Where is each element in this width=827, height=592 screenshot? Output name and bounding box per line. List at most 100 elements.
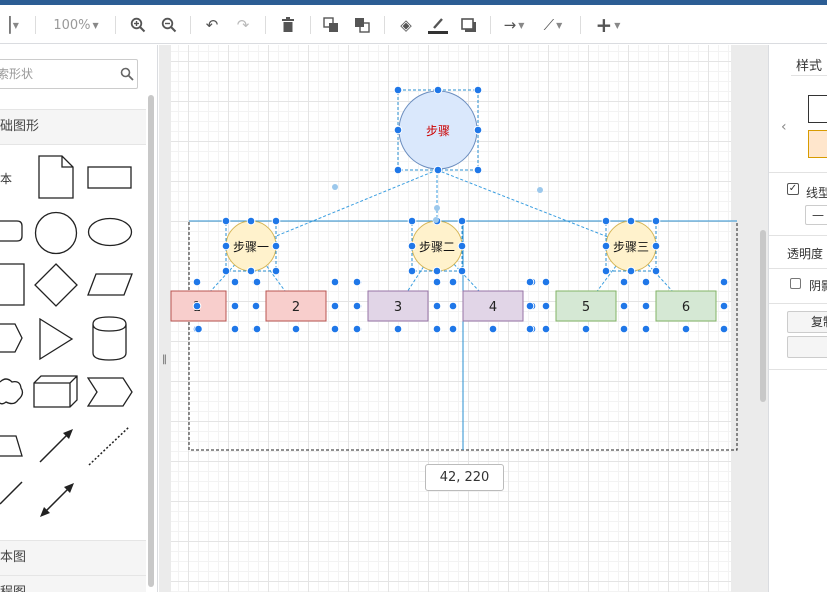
resize-handle[interactable] — [291, 324, 301, 334]
resize-handle[interactable] — [719, 277, 729, 287]
resize-handle[interactable] — [619, 301, 629, 311]
resize-handle[interactable] — [393, 125, 403, 135]
resize-handle[interactable] — [192, 301, 202, 311]
shadow-label: 阴影 — [809, 279, 827, 293]
resize-handle[interactable] — [473, 85, 483, 95]
resize-handle[interactable] — [433, 165, 443, 175]
box-label-2: 2 — [292, 300, 300, 315]
resize-handle[interactable] — [541, 277, 551, 287]
resize-handle[interactable] — [581, 324, 591, 334]
resize-handle[interactable] — [651, 241, 661, 251]
resize-handle[interactable] — [230, 324, 240, 334]
resize-handle[interactable] — [432, 324, 442, 334]
style-swatch-white[interactable] — [808, 95, 827, 123]
resize-handle[interactable] — [719, 324, 729, 334]
resize-handle[interactable] — [651, 266, 661, 276]
resize-handle[interactable] — [432, 277, 442, 287]
resize-handle[interactable] — [641, 301, 651, 311]
resize-handle[interactable] — [641, 324, 651, 334]
resize-handle[interactable] — [194, 324, 203, 334]
coordinate-tooltip: 42, 220 — [425, 464, 504, 491]
resize-handle[interactable] — [601, 216, 611, 226]
resize-handle[interactable] — [457, 241, 467, 251]
resize-handle[interactable] — [393, 85, 403, 95]
box-label-4: 4 — [489, 300, 497, 315]
resize-handle[interactable] — [473, 165, 483, 175]
line-label: 线型 — [806, 186, 827, 200]
resize-handle[interactable] — [352, 324, 362, 334]
resize-handle[interactable] — [448, 277, 458, 287]
resize-handle[interactable] — [221, 266, 231, 276]
resize-handle[interactable] — [432, 266, 442, 276]
copy-style-button[interactable]: 复制 — [787, 311, 827, 333]
resize-handle[interactable] — [407, 266, 417, 276]
resize-handle[interactable] — [448, 301, 458, 311]
resize-handle[interactable] — [432, 301, 442, 311]
resize-handle[interactable] — [271, 266, 281, 276]
resize-handle[interactable] — [525, 324, 535, 334]
resize-handle[interactable] — [352, 277, 362, 287]
style-swatch-orange[interactable] — [808, 130, 827, 158]
resize-handle[interactable] — [221, 241, 231, 251]
resize-handle[interactable] — [271, 241, 281, 251]
resize-handle[interactable] — [619, 277, 629, 287]
resize-handle[interactable] — [246, 266, 256, 276]
resize-handle[interactable] — [541, 301, 551, 311]
resize-handle[interactable] — [525, 277, 535, 287]
resize-handle[interactable] — [681, 324, 691, 334]
divider — [769, 268, 827, 269]
resize-handle[interactable] — [473, 125, 483, 135]
resize-handle[interactable] — [525, 301, 535, 311]
resize-handle[interactable] — [488, 324, 498, 334]
line-style-select[interactable]: — — [805, 205, 827, 225]
resize-handle[interactable] — [541, 324, 551, 334]
resize-handle[interactable] — [330, 277, 340, 287]
edge-midpoint-handle[interactable] — [537, 187, 543, 193]
resize-handle[interactable] — [601, 241, 611, 251]
connector-root-step1[interactable] — [251, 169, 438, 247]
connector-root-step3[interactable] — [436, 169, 632, 247]
line-checkbox[interactable]: ✓ — [787, 183, 799, 195]
resize-handle[interactable] — [626, 216, 636, 226]
resize-handle[interactable] — [407, 216, 417, 226]
resize-handle[interactable] — [252, 324, 262, 334]
resize-handle[interactable] — [246, 216, 256, 226]
edge-midpoint-handle[interactable] — [433, 217, 439, 223]
edge-midpoint-handle[interactable] — [332, 184, 338, 190]
paste-style-button[interactable] — [787, 336, 827, 358]
resize-handle[interactable] — [407, 241, 417, 251]
resize-handle[interactable] — [352, 301, 362, 311]
resize-handle[interactable] — [626, 266, 636, 276]
edge-midpoint-handle[interactable] — [434, 205, 440, 211]
resize-handle[interactable] — [330, 301, 340, 311]
resize-handle[interactable] — [230, 277, 240, 287]
box-label-6: 6 — [682, 300, 690, 315]
resize-handle[interactable] — [230, 301, 240, 311]
resize-handle[interactable] — [651, 216, 661, 226]
style-tab[interactable]: 样式 — [796, 55, 822, 74]
box-label-5: 5 — [582, 300, 590, 315]
resize-handle[interactable] — [457, 216, 467, 226]
step-label-3: 步骤三 — [613, 240, 649, 254]
resize-handle[interactable] — [719, 301, 729, 311]
resize-handle[interactable] — [601, 266, 611, 276]
resize-handle[interactable] — [251, 301, 261, 311]
resize-handle[interactable] — [457, 266, 467, 276]
resize-handle[interactable] — [641, 277, 651, 287]
resize-handle[interactable] — [221, 216, 231, 226]
chevron-left-icon[interactable]: ‹ — [781, 119, 787, 135]
box-label-3: 3 — [394, 300, 402, 315]
resize-handle[interactable] — [252, 277, 262, 287]
divider — [769, 172, 827, 173]
resize-handle[interactable] — [619, 324, 629, 334]
resize-handle[interactable] — [192, 277, 202, 287]
resize-handle[interactable] — [330, 324, 340, 334]
shadow-checkbox[interactable] — [790, 278, 801, 289]
divider — [769, 235, 827, 236]
resize-handle[interactable] — [448, 324, 458, 334]
resize-handle[interactable] — [433, 85, 443, 95]
resize-handle[interactable] — [271, 216, 281, 226]
resize-handle[interactable] — [393, 165, 403, 175]
resize-handle[interactable] — [393, 324, 403, 334]
root-label: 步骤 — [426, 124, 450, 138]
